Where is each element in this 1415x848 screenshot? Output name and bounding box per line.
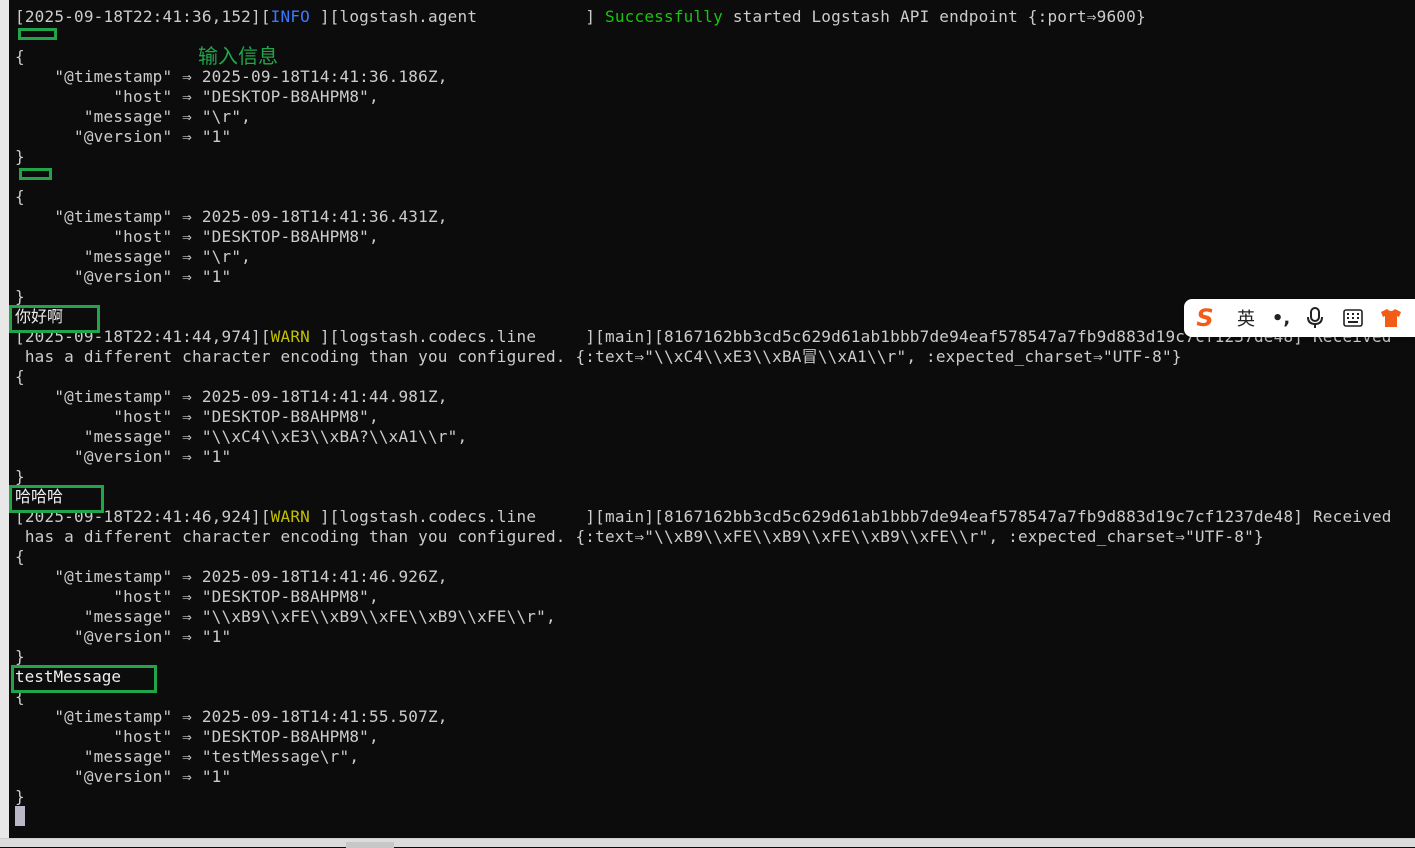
line-text: ][logstash.codecs.line ][main][8167162bb…: [310, 507, 1392, 526]
line-text: {: [15, 547, 25, 566]
terminal-line: "@version" ⇒ "1": [15, 627, 231, 647]
log-warn-text: WARN: [270, 327, 310, 346]
line-text: has a different character encoding than …: [15, 527, 1264, 546]
terminal-line: [2025-09-18T22:41:36,152][INFO ][logstas…: [15, 7, 1146, 27]
highlight-box-input-1: [9, 305, 100, 333]
line-text: [2025-09-18T22:41:36,152][: [15, 7, 271, 26]
terminal-line: "host" ⇒ "DESKTOP-B8AHPM8",: [15, 227, 379, 247]
log-info-text: INFO: [270, 7, 310, 26]
line-text: "@timestamp" ⇒ 2025-09-18T14:41:46.926Z,: [15, 567, 448, 586]
line-text: "@timestamp" ⇒ 2025-09-18T14:41:36.431Z,: [15, 207, 448, 226]
terminal-line: "host" ⇒ "DESKTOP-B8AHPM8",: [15, 727, 379, 747]
line-text: "@timestamp" ⇒ 2025-09-18T14:41:36.186Z,: [15, 67, 448, 86]
line-text: "message" ⇒ "\\xC4\\xE3\\xBA?\\xA1\\r",: [15, 427, 468, 446]
log-warn-text: WARN: [270, 507, 310, 526]
log-success-text: Successfully: [604, 7, 723, 26]
window-left-edge: [0, 0, 9, 838]
line-text: "host" ⇒ "DESKTOP-B8AHPM8",: [15, 587, 379, 606]
terminal-line: "@version" ⇒ "1": [15, 447, 231, 467]
terminal-line: }: [15, 647, 25, 667]
highlight-box-empty-2: [19, 168, 52, 180]
terminal-line: "message" ⇒ "\\xC4\\xE3\\xBA?\\xA1\\r",: [15, 427, 467, 447]
ime-punctuation-toggle[interactable]: •,: [1266, 299, 1296, 337]
line-text: }: [15, 467, 25, 486]
terminal-line: {: [15, 367, 25, 387]
ime-toolbar[interactable]: S 英 •,: [1184, 299, 1415, 337]
line-text: "host" ⇒ "DESKTOP-B8AHPM8",: [15, 227, 379, 246]
terminal-line: has a different character encoding than …: [15, 347, 1182, 367]
highlight-box-empty-1: [18, 28, 57, 40]
line-text: }: [15, 287, 25, 306]
sogou-logo-text: S: [1196, 304, 1214, 332]
line-text: "host" ⇒ "DESKTOP-B8AHPM8",: [15, 407, 379, 426]
line-text: {: [15, 187, 25, 206]
line-text: "@version" ⇒ "1": [15, 627, 232, 646]
terminal-line: "@timestamp" ⇒ 2025-09-18T14:41:36.431Z,: [15, 207, 448, 227]
line-text: "host" ⇒ "DESKTOP-B8AHPM8",: [15, 87, 379, 106]
terminal-line: "message" ⇒ "\r",: [15, 247, 251, 267]
line-text: "@version" ⇒ "1": [15, 127, 232, 146]
keyboard-icon[interactable]: [1334, 299, 1372, 337]
microphone-icon[interactable]: [1296, 299, 1334, 337]
terminal-cursor: [15, 806, 25, 826]
terminal-line: "host" ⇒ "DESKTOP-B8AHPM8",: [15, 587, 379, 607]
highlight-box-input-3: [11, 665, 157, 693]
line-text: {: [15, 367, 25, 386]
line-text: "message" ⇒ "\\xB9\\xFE\\xB9\\xFE\\xB9\\…: [15, 607, 556, 626]
line-text: "host" ⇒ "DESKTOP-B8AHPM8",: [15, 727, 379, 746]
terminal-line: "@version" ⇒ "1": [15, 267, 231, 287]
ime-language-toggle[interactable]: 英: [1226, 299, 1266, 337]
terminal-line: "host" ⇒ "DESKTOP-B8AHPM8",: [15, 407, 379, 427]
line-text: }: [15, 147, 25, 166]
terminal-line: {: [15, 547, 25, 567]
terminal-line: "@timestamp" ⇒ 2025-09-18T14:41:55.507Z,: [15, 707, 448, 727]
annotation-label: 输入信息: [198, 44, 278, 68]
line-text: "@version" ⇒ "1": [15, 267, 232, 286]
line-text: "message" ⇒ "testMessage\r",: [15, 747, 360, 766]
terminal-line: }: [15, 147, 25, 167]
line-text: }: [15, 647, 25, 666]
terminal-window[interactable]: [2025-09-18T22:41:36,152][INFO ][logstas…: [0, 0, 1415, 838]
terminal-line: "@version" ⇒ "1": [15, 767, 231, 787]
taskbar-item[interactable]: [346, 842, 394, 848]
line-text: }: [15, 787, 25, 806]
sogou-logo-icon[interactable]: S: [1184, 299, 1226, 337]
skin-icon[interactable]: [1372, 299, 1410, 337]
terminal-line: {: [15, 187, 25, 207]
terminal-line: "message" ⇒ "\r",: [15, 107, 251, 127]
terminal-line: has a different character encoding than …: [15, 527, 1264, 547]
terminal-line: }: [15, 467, 25, 487]
line-text: "@version" ⇒ "1": [15, 447, 232, 466]
line-text: "message" ⇒ "\r",: [15, 247, 251, 266]
terminal-line: "@timestamp" ⇒ 2025-09-18T14:41:36.186Z,: [15, 67, 448, 87]
line-text: "@version" ⇒ "1": [15, 767, 232, 786]
terminal-line: {: [15, 47, 25, 67]
line-text: "message" ⇒ "\r",: [15, 107, 251, 126]
taskbar-strip: [0, 838, 1415, 848]
line-text: "@timestamp" ⇒ 2025-09-18T14:41:44.981Z,: [15, 387, 448, 406]
terminal-line: "@version" ⇒ "1": [15, 127, 231, 147]
terminal-line: "message" ⇒ "\\xB9\\xFE\\xB9\\xFE\\xB9\\…: [15, 607, 556, 627]
line-text: {: [15, 47, 25, 66]
terminal-line: "@timestamp" ⇒ 2025-09-18T14:41:44.981Z,: [15, 387, 448, 407]
terminal-line: "message" ⇒ "testMessage\r",: [15, 747, 359, 767]
terminal-line: "host" ⇒ "DESKTOP-B8AHPM8",: [15, 87, 379, 107]
line-text: started Logstash API endpoint {:port⇒960…: [722, 7, 1146, 26]
highlight-box-input-2: [9, 485, 104, 513]
terminal-line: "@timestamp" ⇒ 2025-09-18T14:41:46.926Z,: [15, 567, 448, 587]
terminal-line: }: [15, 787, 25, 807]
terminal-line: [2025-09-18T22:41:46,924][WARN ][logstas…: [15, 507, 1392, 527]
line-text: "@timestamp" ⇒ 2025-09-18T14:41:55.507Z,: [15, 707, 448, 726]
terminal-line: }: [15, 287, 25, 307]
line-text: ][logstash.agent ]: [310, 7, 605, 26]
line-text: has a different character encoding than …: [15, 347, 1182, 366]
